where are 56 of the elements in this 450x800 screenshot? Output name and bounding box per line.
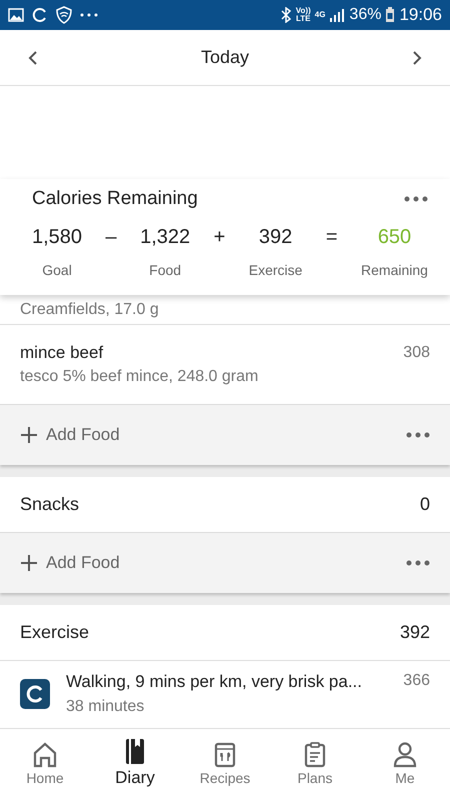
clipboard-icon	[302, 740, 328, 768]
more-icon[interactable]	[406, 560, 430, 566]
home-icon	[32, 740, 58, 768]
calorie-count: 366	[403, 671, 430, 691]
calorie-label: Exercise	[248, 260, 302, 280]
network-label: 4G	[314, 11, 326, 19]
more-icon[interactable]	[404, 196, 428, 202]
status-time: 19:06	[399, 4, 442, 26]
app-icon	[20, 679, 50, 709]
operator-sign: =	[326, 224, 338, 250]
person-icon	[392, 740, 418, 768]
shield-icon	[56, 6, 72, 24]
exercise-name: Walking, 9 mins per km, very brisk pa...	[66, 671, 364, 694]
more-icon[interactable]	[406, 432, 430, 438]
calorie-label: Food	[149, 260, 182, 280]
sync-icon	[32, 7, 48, 23]
calorie-value: 1,580	[32, 224, 82, 250]
date-title: Today	[200, 46, 250, 69]
add-food-button[interactable]: Add Food	[20, 422, 120, 448]
nav-tab[interactable]: Recipes	[190, 736, 260, 792]
calorie-value: 392	[258, 224, 292, 250]
volte-label: Vo))	[296, 7, 311, 15]
volte-label: LTE	[296, 15, 311, 23]
plus-icon	[20, 554, 38, 572]
recipe-card-icon	[212, 740, 238, 768]
operator-sign: –	[106, 224, 117, 250]
card-title: Calories Remaining	[32, 187, 198, 211]
battery-icon	[385, 7, 396, 23]
add-food-button[interactable]: Add Food	[20, 550, 120, 576]
calorie-value: 1,322	[140, 224, 190, 250]
battery-percent: 36%	[349, 5, 382, 25]
operator-sign: +	[214, 224, 226, 250]
nav-tab[interactable]: Me	[370, 736, 440, 792]
remaining-value: 650	[378, 224, 412, 250]
calorie-count: 308	[403, 343, 430, 363]
exercise-entry[interactable]: Walking, 9 mins per km, very brisk pa... 38 minutes 366	[0, 661, 450, 727]
chevron-left-icon[interactable]	[28, 50, 38, 66]
exercise-detail: 38 minutes	[66, 696, 146, 717]
section-calories: 0	[420, 493, 430, 516]
section-title: Exercise	[20, 621, 90, 644]
section-title: Snacks	[20, 493, 80, 516]
plus-icon	[20, 426, 38, 444]
nav-tab[interactable]: Plans	[280, 736, 350, 792]
nav-tab[interactable]: Diary	[100, 734, 170, 795]
section-calories: 392	[400, 621, 430, 644]
calorie-label: Remaining	[361, 260, 428, 280]
more-icon	[80, 13, 98, 17]
bluetooth-icon	[280, 7, 292, 23]
food-name: mince beef	[20, 342, 104, 364]
image-icon	[8, 8, 24, 22]
signal-icon	[329, 8, 346, 22]
calorie-label: Goal	[42, 260, 72, 280]
nav-tab[interactable]: Home	[10, 736, 80, 792]
chevron-right-icon[interactable]	[412, 50, 422, 66]
food-detail: tesco 5% beef mince, 248.0 gram	[20, 367, 258, 388]
food-detail: Creamfields, 17.0 g	[20, 300, 159, 320]
